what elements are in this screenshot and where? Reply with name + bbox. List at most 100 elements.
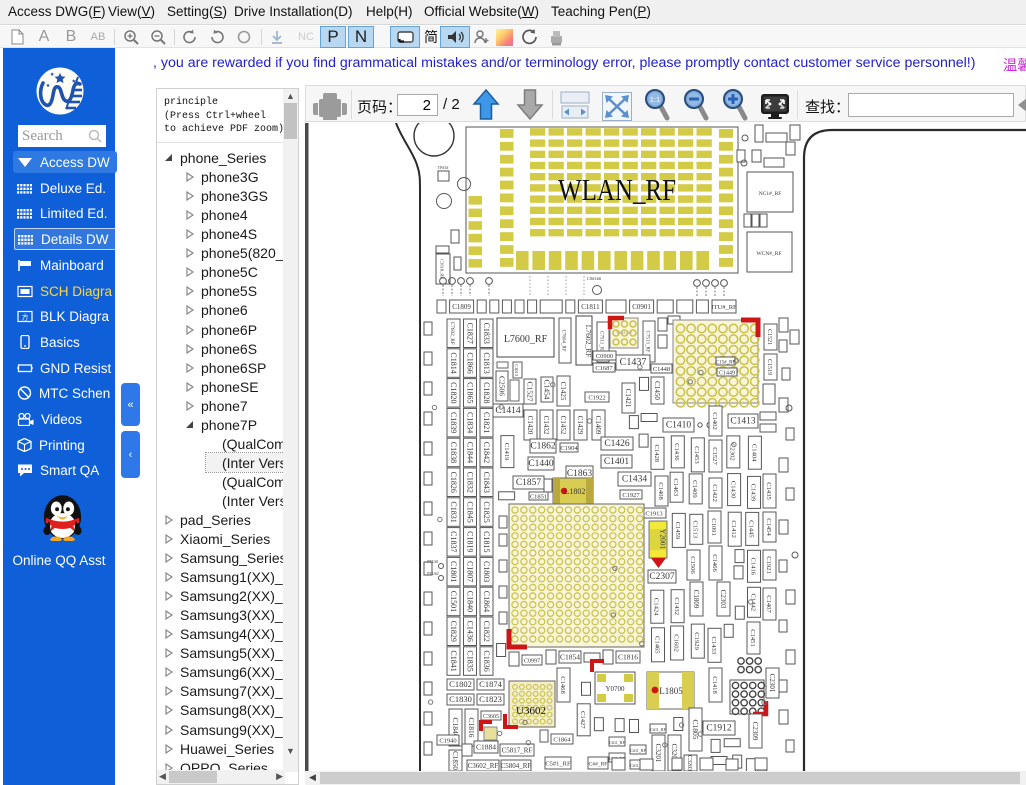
- svg-text:C1827: C1827: [465, 323, 474, 344]
- svg-text:U3602: U3602: [516, 705, 546, 717]
- svg-text:C1832: C1832: [465, 472, 474, 493]
- svg-text:C1921: C1921: [765, 556, 772, 574]
- svg-text:C1823: C1823: [479, 694, 502, 704]
- svg-text:C1822: C1822: [482, 621, 491, 642]
- svg-text:C#11_RF: C#11_RF: [609, 740, 625, 745]
- svg-text:C1425: C1425: [559, 382, 567, 401]
- svg-text:C1420: C1420: [526, 416, 534, 435]
- svg-text:C1432: C1432: [542, 416, 550, 435]
- svg-text:C1813: C1813: [482, 352, 491, 373]
- svg-text:C1864: C1864: [553, 737, 571, 744]
- svg-text:C1430: C1430: [730, 481, 737, 499]
- svg-text:C1465: C1465: [653, 636, 660, 654]
- svg-text:WCN#_RF: WCN#_RF: [756, 251, 781, 257]
- svg-text:方: 方: [22, 312, 29, 321]
- svg-text:C1687: C1687: [595, 365, 613, 372]
- svg-text:C1803: C1803: [482, 561, 491, 582]
- svg-text:C1439: C1439: [749, 484, 756, 502]
- svg-text:C1409: C1409: [594, 416, 602, 435]
- svg-text:C1837: C1837: [449, 531, 458, 552]
- svg-text:C1401: C1401: [604, 457, 630, 467]
- svg-text:C1421: C1421: [624, 389, 632, 408]
- svg-text:C3605: C3605: [483, 714, 499, 720]
- svg-text:C1428: C1428: [653, 445, 660, 463]
- svg-text:L7600_RF: L7600_RF: [504, 334, 548, 345]
- svg-text:ITU#_RF: ITU#_RF: [711, 304, 737, 311]
- svg-text:C1448: C1448: [653, 366, 670, 373]
- svg-text:C0901: C0901: [632, 303, 651, 311]
- svg-text:C1839: C1839: [449, 412, 458, 433]
- svg-text:C1452: C1452: [559, 416, 567, 435]
- svg-text:C1416: C1416: [749, 558, 756, 576]
- svg-text:1:1: 1:1: [650, 95, 660, 104]
- svg-text:C1451: C1451: [749, 629, 756, 647]
- svg-text:C1829: C1829: [449, 621, 458, 642]
- svg-text:C1814: C1814: [449, 352, 458, 373]
- svg-text:C1454: C1454: [765, 518, 772, 536]
- svg-text:C1840: C1840: [465, 591, 474, 612]
- svg-text:C1521: C1521: [766, 329, 772, 345]
- svg-text:L1802: L1802: [565, 487, 586, 496]
- svg-text:C1850: C1850: [451, 751, 459, 770]
- svg-text:C1436: C1436: [465, 621, 474, 642]
- svg-text:C1825: C1825: [482, 501, 491, 522]
- svg-text:PTU#2: PTU#2: [427, 571, 439, 576]
- svg-text:C1819: C1819: [465, 531, 474, 552]
- svg-text:C1843: C1843: [482, 472, 491, 493]
- svg-text:C1807: C1807: [465, 561, 474, 582]
- svg-text:C1468: C1468: [559, 676, 566, 694]
- svg-text:C1527: C1527: [525, 381, 534, 401]
- svg-text:C1432: C1432: [673, 597, 680, 615]
- svg-text:C1811: C1811: [581, 303, 600, 311]
- svg-text:NC1#_RF: NC1#_RF: [759, 191, 782, 197]
- svg-text:L7602_RF: L7602_RF: [584, 325, 593, 358]
- svg-text:C1435: C1435: [765, 482, 772, 500]
- svg-text:C1427: C1427: [579, 711, 586, 729]
- svg-text:C1419: C1419: [503, 443, 510, 461]
- svg-text:C1091: C1091: [710, 518, 717, 536]
- svg-text:C1459: C1459: [674, 522, 681, 540]
- svg-text:C7513_RF: C7513_RF: [644, 331, 649, 353]
- svg-text:C1408: C1408: [657, 482, 664, 500]
- svg-text:C1884: C1884: [476, 743, 496, 752]
- svg-text:C1506: C1506: [689, 556, 696, 574]
- svg-text:C1815: C1815: [482, 531, 491, 552]
- svg-text:C1410: C1410: [666, 421, 692, 431]
- svg-text:C1409: C1409: [691, 480, 698, 498]
- svg-text:C7604_RF: C7604_RF: [560, 330, 565, 352]
- svg-text:C1927: C1927: [622, 492, 640, 499]
- svg-text:C1429: C1429: [576, 416, 584, 435]
- svg-text:C1449: C1449: [719, 371, 735, 377]
- svg-text:C1424: C1424: [653, 598, 660, 616]
- svg-text:C1413: C1413: [730, 417, 756, 427]
- svg-text:C1874: C1874: [479, 679, 502, 689]
- svg-text:C1828: C1828: [482, 382, 491, 403]
- svg-text:C1809: C1809: [452, 303, 471, 311]
- svg-text:C1445: C1445: [748, 520, 755, 538]
- svg-text:C1450: C1450: [653, 381, 661, 400]
- svg-text:C3203: C3203: [686, 755, 692, 771]
- svg-text:C1841: C1841: [449, 650, 458, 671]
- svg-text:C1418: C1418: [711, 676, 718, 694]
- svg-text:C1833: C1833: [482, 323, 491, 344]
- svg-text:Y0700: Y0700: [605, 685, 625, 693]
- svg-text:C7602_RF: C7602_RF: [449, 322, 455, 345]
- svg-text:C5#1_RF: C5#1_RF: [545, 761, 571, 768]
- svg-text:C1816: C1816: [467, 717, 476, 737]
- svg-text:C1407: C1407: [765, 595, 772, 613]
- svg-text:C1851: C1851: [530, 494, 547, 501]
- svg-text:C#11_RF: C#11_RF: [650, 727, 666, 732]
- svg-text:C1513: C1513: [692, 521, 699, 539]
- svg-text:C15#_RF: C15#_RF: [716, 361, 736, 366]
- svg-text:C1922: C1922: [588, 395, 605, 402]
- svg-text:C1912: C1912: [706, 724, 732, 734]
- svg-text:C1805: C1805: [691, 719, 700, 739]
- svg-text:C1454: C1454: [542, 379, 551, 399]
- svg-text:C1830: C1830: [449, 694, 472, 704]
- svg-text:C1816: C1816: [618, 653, 638, 662]
- svg-text:PTU#1: PTU#1: [427, 559, 439, 564]
- svg-text:C2303: C2303: [719, 590, 727, 609]
- svg-text:C1866: C1866: [465, 352, 474, 373]
- svg-text:C1913: C1913: [645, 511, 662, 518]
- svg-text:C0997: C0997: [524, 659, 540, 665]
